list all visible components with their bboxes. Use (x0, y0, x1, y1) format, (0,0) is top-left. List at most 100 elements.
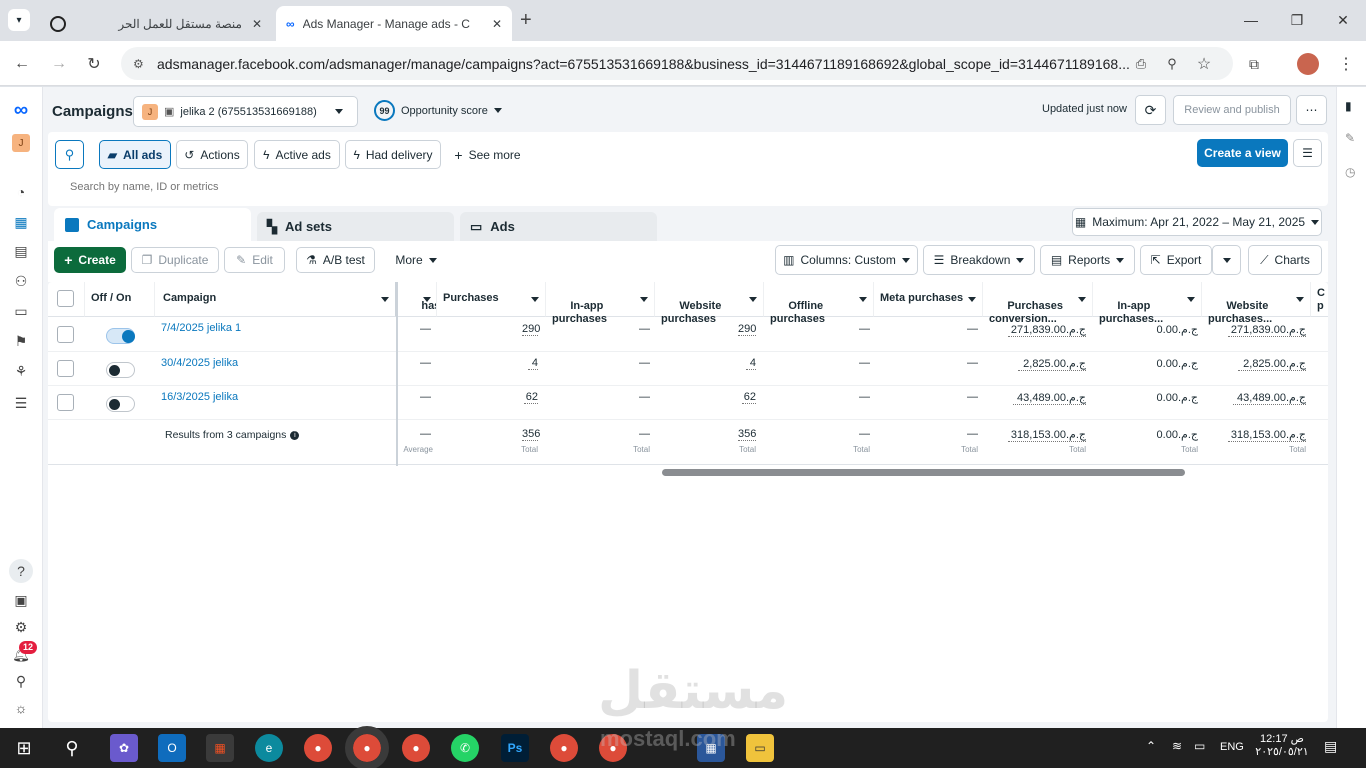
edit-pencil-icon[interactable]: ✎ (1345, 131, 1355, 145)
campaign-toggle[interactable] (106, 362, 135, 378)
windows-start-icon[interactable]: ⊞ (10, 734, 38, 762)
filter-settings-button[interactable]: ☰ (1293, 139, 1322, 167)
app-icon[interactable]: ✿ (110, 734, 138, 762)
more-actions-button[interactable]: More (386, 247, 446, 273)
new-tab-button[interactable]: + (520, 9, 532, 32)
edge-icon[interactable]: e (255, 734, 283, 762)
header-offline-purchases[interactable]: Offline purchases (764, 282, 874, 325)
audiences-icon[interactable]: ⚇ (10, 270, 32, 292)
wifi-icon[interactable]: ≋ (1172, 739, 1182, 753)
search-icon[interactable]: ⚲ (10, 670, 32, 692)
store-icon[interactable]: ▦ (206, 734, 234, 762)
table-row[interactable]: 30/4/2025 jelika — 4 — 4 — — 2,825.00ج.م… (48, 352, 1328, 386)
charts-button[interactable]: ⟋ Charts (1248, 245, 1322, 275)
actions-filter[interactable]: ↺ Actions (176, 140, 248, 169)
tab-ad-sets[interactable]: ▚ Ad sets (257, 212, 454, 241)
chrome-icon[interactable]: ● (345, 726, 389, 768)
billing-icon[interactable]: ▭ (10, 300, 32, 322)
row-checkbox[interactable] (57, 326, 74, 343)
ads-icon[interactable]: ⚑ (10, 330, 32, 352)
search-button[interactable]: ⚲ (55, 140, 84, 169)
more-options-button[interactable]: ⋯ (1296, 95, 1327, 125)
header-purchases[interactable]: Purchases (437, 282, 546, 317)
create-view-button[interactable]: Create a view (1197, 139, 1288, 167)
opportunity-score[interactable]: 99 Opportunity score (374, 100, 502, 121)
forward-icon[interactable]: → (48, 53, 70, 75)
create-button[interactable]: + Create (54, 247, 126, 273)
campaign-toggle[interactable] (106, 328, 135, 344)
row-checkbox[interactable] (57, 394, 74, 411)
tab-campaigns[interactable]: Campaigns (54, 208, 251, 241)
install-app-icon[interactable]: ⎙ (1130, 53, 1152, 75)
table-row[interactable]: 7/4/2025 jelika 1 — 290 — 290 — — 271,83… (48, 318, 1328, 352)
site-info-icon[interactable]: ⚙ (133, 57, 144, 71)
back-icon[interactable]: ← (11, 53, 33, 75)
info-icon[interactable]: i (290, 430, 300, 440)
header-website-purchases-value[interactable]: Website purchases... (1202, 282, 1311, 325)
all-ads-filter[interactable]: ▰ All ads (99, 140, 171, 169)
photoshop-icon[interactable]: Ps (501, 734, 529, 762)
url-field[interactable]: ⚙ adsmanager.facebook.com/adsmanager/man… (121, 47, 1233, 80)
row-checkbox[interactable] (57, 360, 74, 377)
header-campaign[interactable]: Campaign (155, 282, 397, 317)
export-button[interactable]: ⇱ Export (1140, 245, 1212, 275)
search-input[interactable] (70, 176, 1300, 198)
table-row[interactable]: 16/3/2025 jelika — 62 — 62 — — 43,489.00… (48, 386, 1328, 420)
duplicate-button[interactable]: ❐ Duplicate (131, 247, 219, 273)
refresh-button[interactable]: ⟳ (1135, 95, 1166, 125)
header-purchases-conversion-value[interactable]: Purchases conversion... (983, 282, 1093, 325)
language-indicator[interactable]: ENG (1220, 741, 1244, 753)
header-inapp-purchases-value[interactable]: In-app purchases... (1093, 282, 1202, 325)
search-icon[interactable]: ⚲ (58, 734, 86, 762)
tab-ads[interactable]: ▭ Ads (460, 212, 657, 241)
extensions-icon[interactable]: ⧉ (1243, 53, 1265, 75)
all-tools-icon[interactable]: ☰ (10, 392, 32, 414)
zoom-icon[interactable]: ⚲ (1161, 53, 1183, 75)
whatsapp-icon[interactable]: ✆ (451, 734, 479, 762)
outlook-icon[interactable]: O (158, 734, 186, 762)
battery-icon[interactable]: ▭ (1194, 739, 1205, 753)
campaign-name-link[interactable]: 16/3/2025 jelika (161, 391, 238, 403)
audience-network-icon[interactable]: ⚘ (10, 360, 32, 382)
breakdown-button[interactable]: ☰ Breakdown (923, 245, 1035, 275)
had-delivery-filter[interactable]: ϟ Had delivery (345, 140, 441, 169)
bookmark-star-icon[interactable]: ☆ (1193, 53, 1215, 75)
header-purchase-cut[interactable]: hase n ... (397, 282, 437, 317)
reports-button[interactable]: ▤ Reports (1040, 245, 1135, 275)
ab-test-button[interactable]: ⚗ A/B test (296, 247, 375, 273)
active-ads-filter[interactable]: ϟ Active ads (254, 140, 340, 169)
account-selector[interactable]: J ▣ jelika 2 (675513531669188) (133, 96, 358, 127)
chrome-icon[interactable]: ● (402, 734, 430, 762)
export-dropdown-button[interactable] (1212, 245, 1241, 275)
horizontal-scrollbar[interactable] (662, 469, 1185, 476)
notification-center-icon[interactable]: ▤ (1324, 738, 1337, 755)
account-avatar[interactable]: J (12, 134, 30, 152)
select-all-checkbox[interactable] (57, 290, 74, 307)
browser-tab-mostaql[interactable]: منصة مستقل للعمل الحر ✕ (40, 6, 272, 41)
review-publish-button[interactable]: Review and publish (1173, 95, 1291, 125)
pages-icon[interactable]: ▤ (10, 240, 32, 262)
close-icon[interactable]: ✕ (492, 17, 502, 31)
bug-report-icon[interactable]: ☼ (10, 697, 32, 719)
tab-search-button[interactable]: ▾ (8, 9, 30, 31)
history-icon[interactable]: ◷ (1345, 165, 1355, 179)
date-range-picker[interactable]: ▦ Maximum: Apr 21, 2022 – May 21, 2025 (1072, 208, 1322, 236)
chrome-menu-icon[interactable]: ⋮ (1335, 53, 1357, 75)
campaign-toggle[interactable] (106, 396, 135, 412)
reload-icon[interactable]: ↻ (83, 53, 105, 75)
clock[interactable]: 12:17 ص ٢٠٢٥/٠٥/٢١ (1252, 732, 1312, 758)
profile-avatar[interactable] (1297, 53, 1319, 75)
close-window-button[interactable]: ✕ (1320, 8, 1366, 32)
campaigns-table-icon[interactable]: ▦ (10, 211, 32, 233)
close-icon[interactable]: ✕ (252, 17, 262, 31)
dashboard-icon[interactable]: ◔ (10, 181, 32, 203)
chrome-icon[interactable]: ● (550, 734, 578, 762)
campaign-name-link[interactable]: 30/4/2025 jelika (161, 357, 238, 369)
edit-button[interactable]: ✎ Edit (224, 247, 285, 273)
columns-button[interactable]: ▥ Columns: Custom (775, 245, 918, 275)
header-inapp-purchases[interactable]: In-app purchases (546, 282, 655, 325)
header-next-column[interactable]: C p (1311, 282, 1328, 317)
help-icon[interactable]: ? (9, 559, 33, 583)
restore-button[interactable]: ❐ (1274, 8, 1320, 32)
header-website-purchases[interactable]: Website purchases (655, 282, 764, 325)
